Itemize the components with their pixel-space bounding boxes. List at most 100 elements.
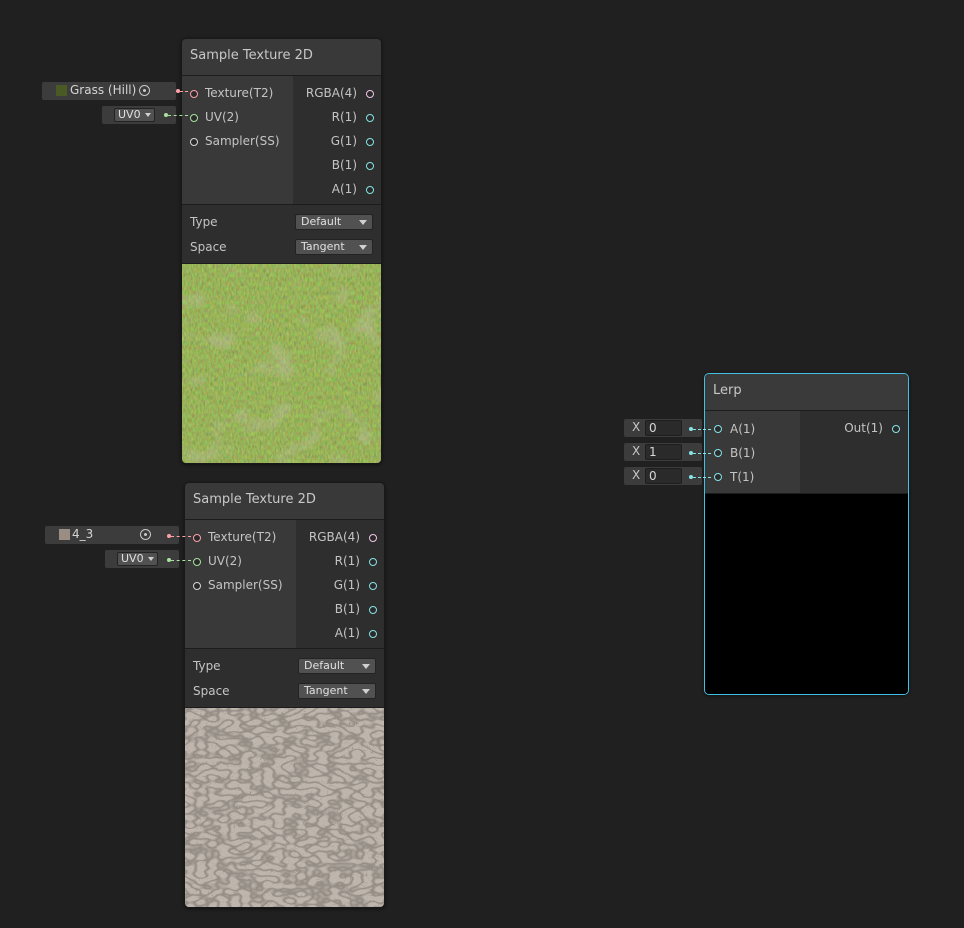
output-port-rgba[interactable]: RGBA(4): [296, 525, 384, 549]
port-label: B(1): [730, 446, 756, 460]
output-port-r[interactable]: R(1): [293, 105, 381, 129]
texture-field-label: Grass (Hill): [70, 83, 137, 97]
sample-texture-2d-node-grass[interactable]: Sample Texture 2D Texture(T2) UV(2) Samp…: [181, 38, 382, 464]
b-wire: [693, 453, 711, 454]
input-port-sampler[interactable]: Sampler(SS): [185, 573, 296, 597]
node-title[interactable]: Lerp: [705, 374, 908, 411]
space-dropdown-value: Tangent: [301, 240, 345, 253]
texture-swatch: [56, 85, 67, 96]
node-ports: A(1) B(1) T(1) Out(1): [705, 411, 908, 494]
r-port-icon[interactable]: [369, 558, 377, 566]
input-port-b[interactable]: B(1): [705, 441, 800, 465]
input-port-t[interactable]: T(1): [705, 465, 800, 489]
uv-port-icon[interactable]: [193, 558, 201, 566]
uv-channel-dropdown[interactable]: UV0: [114, 108, 155, 122]
node-settings: Type Default Space Tangent: [185, 649, 384, 708]
texture-wire: [180, 91, 188, 92]
t-port-icon[interactable]: [714, 473, 722, 481]
port-label: G(1): [330, 134, 357, 148]
texture-port-icon[interactable]: [190, 90, 198, 98]
input-port-texture[interactable]: Texture(T2): [182, 81, 293, 105]
sampler-port-icon[interactable]: [190, 138, 198, 146]
output-port-g[interactable]: G(1): [296, 573, 384, 597]
type-dropdown-value: Default: [301, 215, 342, 228]
uv-channel-dropdown[interactable]: UV0: [117, 552, 158, 566]
sampler-port-icon[interactable]: [193, 582, 201, 590]
a-value-input[interactable]: 0: [645, 420, 682, 436]
chevron-down-icon: [362, 689, 370, 694]
input-port-sampler[interactable]: Sampler(SS): [182, 129, 293, 153]
a-wire: [693, 429, 711, 430]
g-port-icon[interactable]: [366, 138, 374, 146]
port-label: R(1): [334, 554, 360, 568]
lerp-preview: [705, 494, 908, 694]
t-value-input[interactable]: 0: [645, 468, 682, 484]
texture-swatch: [59, 529, 70, 540]
lerp-node[interactable]: Lerp A(1) B(1) T(1) Out(1): [704, 373, 909, 695]
r-port-icon[interactable]: [366, 114, 374, 122]
port-label: A(1): [334, 626, 360, 640]
port-label: G(1): [333, 578, 360, 592]
port-label: UV(2): [205, 110, 239, 124]
output-port-out[interactable]: Out(1): [808, 416, 908, 440]
output-port-rgba[interactable]: RGBA(4): [293, 81, 381, 105]
port-label: Texture(T2): [208, 530, 277, 544]
port-label: A(1): [730, 422, 756, 436]
a-port-icon[interactable]: [366, 186, 374, 194]
type-label: Type: [190, 215, 218, 229]
rgba-port-icon[interactable]: [369, 534, 377, 542]
node-settings: Type Default Space Tangent: [182, 205, 381, 264]
stone-texture-preview: [185, 708, 384, 907]
output-port-b[interactable]: B(1): [293, 153, 381, 177]
object-picker-icon[interactable]: [139, 85, 150, 96]
object-picker-icon[interactable]: [140, 529, 151, 540]
x-component-label: X: [632, 420, 641, 434]
output-port-g[interactable]: G(1): [293, 129, 381, 153]
texture-asset-field-grass[interactable]: Grass (Hill): [42, 82, 176, 100]
a-port-icon[interactable]: [369, 630, 377, 638]
rgba-port-icon[interactable]: [366, 90, 374, 98]
output-port-a[interactable]: A(1): [293, 177, 381, 201]
input-port-uv[interactable]: UV(2): [182, 105, 293, 129]
node-title[interactable]: Sample Texture 2D: [185, 483, 384, 520]
port-label: B(1): [331, 158, 357, 172]
node-ports: Texture(T2) UV(2) Sampler(SS) RGBA(4) R(…: [182, 76, 381, 205]
input-port-a[interactable]: A(1): [705, 417, 800, 441]
output-port-b[interactable]: B(1): [296, 597, 384, 621]
uv-value: UV0: [121, 552, 144, 565]
space-dropdown[interactable]: Tangent: [295, 239, 373, 255]
port-label: Out(1): [844, 421, 883, 435]
uv-value: UV0: [118, 108, 141, 121]
b-port-icon[interactable]: [366, 162, 374, 170]
type-dropdown-value: Default: [304, 659, 345, 672]
input-ports: Texture(T2) UV(2) Sampler(SS): [185, 520, 296, 648]
type-dropdown[interactable]: Default: [295, 214, 373, 230]
sample-texture-2d-node-stone[interactable]: Sample Texture 2D Texture(T2) UV(2) Samp…: [184, 482, 385, 908]
x-component-label: X: [632, 444, 641, 458]
node-title[interactable]: Sample Texture 2D: [182, 39, 381, 76]
out-port-icon[interactable]: [892, 425, 900, 433]
b-value-input[interactable]: 1: [645, 444, 682, 460]
input-port-uv[interactable]: UV(2): [185, 549, 296, 573]
type-label: Type: [193, 659, 221, 673]
port-label: R(1): [331, 110, 357, 124]
chevron-down-icon: [148, 557, 154, 561]
g-port-icon[interactable]: [369, 582, 377, 590]
a-port-icon[interactable]: [714, 425, 722, 433]
output-port-r[interactable]: R(1): [296, 549, 384, 573]
space-dropdown[interactable]: Tangent: [298, 683, 376, 699]
b-port-icon[interactable]: [369, 606, 377, 614]
uv-wire: [171, 560, 191, 561]
chevron-down-icon: [362, 664, 370, 669]
port-label: Sampler(SS): [208, 578, 283, 592]
uv-port-icon[interactable]: [190, 114, 198, 122]
input-port-texture[interactable]: Texture(T2): [185, 525, 296, 549]
output-port-a[interactable]: A(1): [296, 621, 384, 645]
space-label: Space: [193, 684, 230, 698]
b-port-icon[interactable]: [714, 449, 722, 457]
type-dropdown[interactable]: Default: [298, 658, 376, 674]
texture-asset-field-stone[interactable]: 4_3: [45, 526, 179, 544]
space-label: Space: [190, 240, 227, 254]
texture-port-icon[interactable]: [193, 534, 201, 542]
chevron-down-icon: [359, 220, 367, 225]
